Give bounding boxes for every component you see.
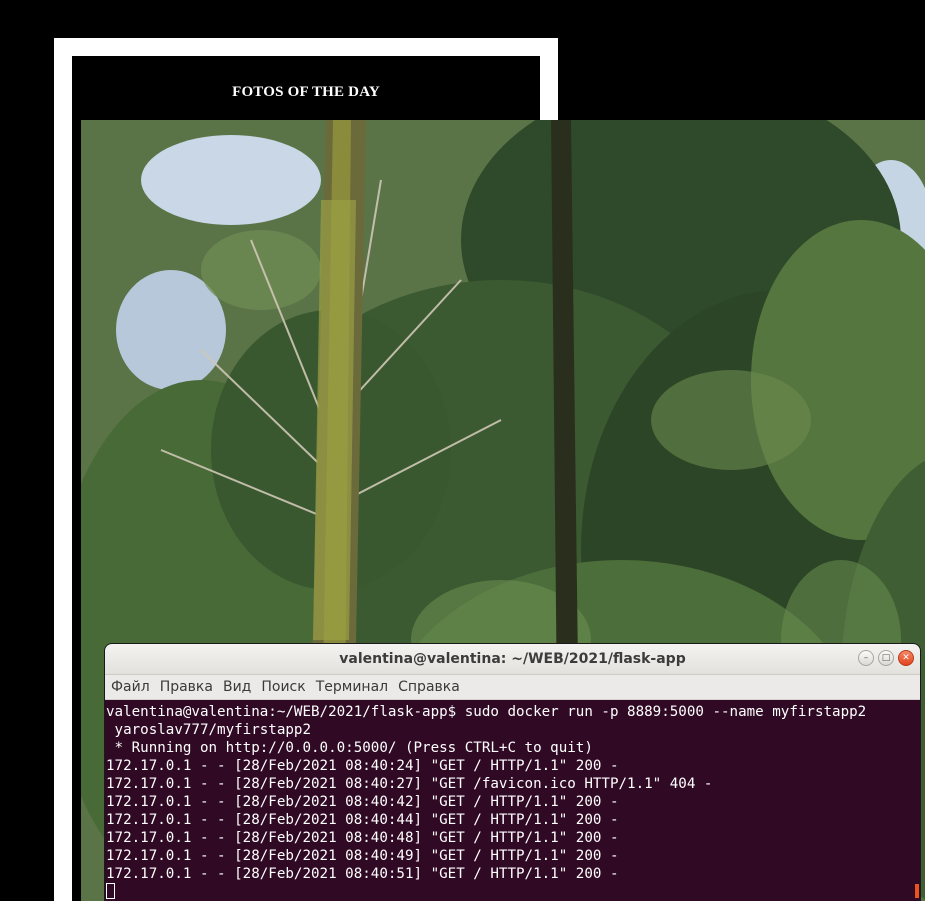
- close-icon: ✕: [902, 652, 910, 663]
- terminal-line: * Running on http://0.0.0.0:5000/ (Press…: [106, 740, 593, 756]
- menu-terminal[interactable]: Терминал: [316, 679, 388, 695]
- minimize-icon: –: [863, 652, 869, 663]
- close-button[interactable]: ✕: [898, 650, 914, 666]
- terminal-line: 172.17.0.1 - - [28/Feb/2021 08:40:42] "G…: [106, 794, 619, 810]
- terminal-line: valentina@valentina:~/WEB/2021/flask-app…: [106, 704, 867, 720]
- maximize-icon: □: [881, 652, 891, 663]
- menu-help[interactable]: Справка: [398, 679, 460, 695]
- terminal-output[interactable]: valentina@valentina:~/WEB/2021/flask-app…: [105, 700, 920, 901]
- menu-view[interactable]: Вид: [223, 679, 251, 695]
- maximize-button[interactable]: □: [878, 650, 894, 666]
- menu-file[interactable]: Файл: [111, 679, 150, 695]
- terminal-line: yaroslav777/myfirstapp2: [106, 722, 311, 738]
- terminal-line: 172.17.0.1 - - [28/Feb/2021 08:40:51] "G…: [106, 866, 619, 882]
- terminal-line: 172.17.0.1 - - [28/Feb/2021 08:40:49] "G…: [106, 848, 619, 864]
- terminal-title: valentina@valentina: ~/WEB/2021/flask-ap…: [339, 651, 686, 667]
- minimize-button[interactable]: –: [858, 650, 874, 666]
- terminal-window[interactable]: valentina@valentina: ~/WEB/2021/flask-ap…: [105, 644, 920, 901]
- terminal-line: 172.17.0.1 - - [28/Feb/2021 08:40:44] "G…: [106, 812, 619, 828]
- terminal-menubar: Файл Правка Вид Поиск Терминал Справка: [105, 675, 920, 700]
- terminal-prompt-line[interactable]: [106, 883, 920, 901]
- terminal-line: 172.17.0.1 - - [28/Feb/2021 08:40:27] "G…: [106, 776, 713, 792]
- window-controls: – □ ✕: [858, 650, 914, 666]
- menu-edit[interactable]: Правка: [160, 679, 213, 695]
- terminal-line: 172.17.0.1 - - [28/Feb/2021 08:40:48] "G…: [106, 830, 619, 846]
- scrollbar-indicator[interactable]: [915, 884, 919, 898]
- terminal-line: 172.17.0.1 - - [28/Feb/2021 08:40:24] "G…: [106, 758, 619, 774]
- menu-search[interactable]: Поиск: [261, 679, 305, 695]
- page-title: FOTOS OF THE DAY: [232, 84, 380, 100]
- text-cursor: [106, 883, 115, 899]
- terminal-titlebar[interactable]: valentina@valentina: ~/WEB/2021/flask-ap…: [105, 644, 920, 675]
